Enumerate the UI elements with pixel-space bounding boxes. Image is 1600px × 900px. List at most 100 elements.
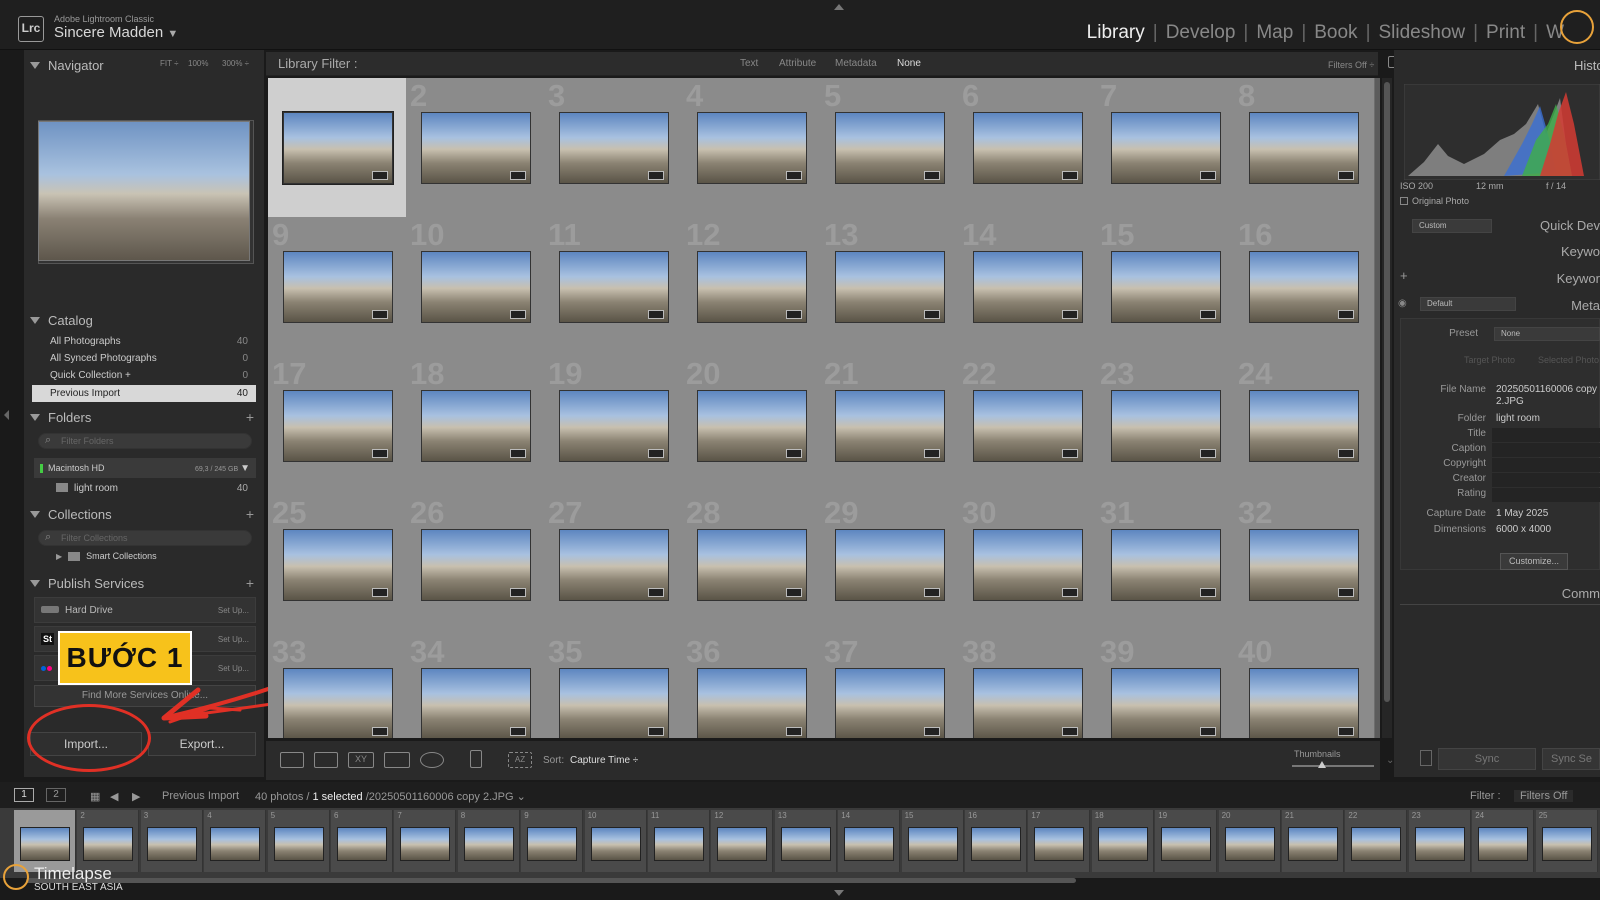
module-book[interactable]: Book	[1306, 22, 1365, 44]
folder-value[interactable]: light room	[1496, 413, 1540, 424]
caption-field[interactable]	[1492, 443, 1600, 457]
filmstrip-cell[interactable]: 4	[204, 810, 267, 872]
photo-thumbnail[interactable]	[835, 251, 945, 323]
edited-badge-icon[interactable]	[372, 449, 388, 458]
grid-cell[interactable]: 7	[1096, 78, 1237, 219]
filmstrip-cell[interactable]: 10	[584, 810, 647, 872]
zoom-300[interactable]: 300% ÷	[222, 59, 249, 68]
filmstrip-cell[interactable]: 15	[901, 810, 964, 872]
title-field[interactable]	[1492, 428, 1600, 442]
edited-badge-icon[interactable]	[648, 171, 664, 180]
grid-cell[interactable]: 30	[958, 495, 1099, 636]
filmstrip-cell[interactable]: 22	[1345, 810, 1408, 872]
edited-badge-icon[interactable]	[510, 310, 526, 319]
photo-thumbnail[interactable]	[835, 390, 945, 462]
filmstrip-filter-dropdown[interactable]: Filters Off	[1514, 790, 1574, 802]
zoom-100[interactable]: 100%	[188, 59, 208, 68]
grid-cell[interactable]: 36	[682, 634, 823, 738]
photo-thumbnail[interactable]	[1249, 251, 1359, 323]
photo-thumbnail[interactable]	[282, 111, 394, 185]
filmstrip-thumbnail[interactable]	[83, 827, 134, 861]
photo-thumbnail[interactable]	[421, 251, 531, 323]
photo-thumbnail[interactable]	[973, 251, 1083, 323]
filmstrip-thumbnail[interactable]	[210, 827, 261, 861]
edited-badge-icon[interactable]	[1200, 310, 1216, 319]
photo-thumbnail[interactable]	[835, 112, 945, 184]
file-name-value[interactable]: 20250501160006 copy 2.JPG	[1496, 384, 1600, 408]
navigator-image[interactable]	[38, 121, 250, 261]
filmstrip-cell[interactable]: 9	[521, 810, 584, 872]
photo-thumbnail[interactable]	[697, 529, 807, 601]
photo-thumbnail[interactable]	[421, 668, 531, 738]
catalog-item-all-photographs[interactable]: All Photographs 40	[32, 333, 256, 350]
forward-arrow-icon[interactable]: ▶	[132, 790, 140, 803]
filmstrip-thumbnail[interactable]	[844, 827, 895, 861]
photo-thumbnail[interactable]	[559, 112, 669, 184]
copyright-field[interactable]	[1492, 458, 1600, 472]
filmstrip-cell[interactable]: 20	[1218, 810, 1281, 872]
filmstrip-scrollbar[interactable]	[26, 878, 1076, 883]
module-slideshow[interactable]: Slideshow	[1371, 22, 1474, 44]
grid-cell[interactable]: 31	[1096, 495, 1237, 636]
folders-header[interactable]: Folders +	[30, 406, 258, 428]
add-keyword-list-icon[interactable]: +	[1400, 268, 1408, 283]
filmstrip-cell[interactable]: 19	[1155, 810, 1218, 872]
compare-view-icon[interactable]: XY	[348, 752, 374, 768]
edited-badge-icon[interactable]	[786, 171, 802, 180]
grid-cell[interactable]: 33	[268, 634, 409, 738]
filmstrip-cell[interactable]: 23	[1408, 810, 1471, 872]
grid-cell[interactable]: 17	[268, 356, 409, 497]
filmstrip-cell[interactable]: 6	[331, 810, 393, 872]
filmstrip-cell[interactable]: 8	[457, 810, 520, 872]
volume-expand-icon[interactable]: ▼	[240, 463, 250, 474]
photo-thumbnail[interactable]	[835, 668, 945, 738]
filmstrip-cell[interactable]: 21	[1282, 810, 1344, 872]
edited-badge-icon[interactable]	[1338, 310, 1354, 319]
filmstrip-thumbnail[interactable]	[1097, 827, 1148, 861]
photo-thumbnail[interactable]	[973, 112, 1083, 184]
edited-badge-icon[interactable]	[1062, 588, 1078, 597]
filter-none-tab[interactable]: None	[897, 58, 921, 69]
filmstrip-thumbnail[interactable]	[1224, 827, 1275, 861]
grid-cell[interactable]: 38	[958, 634, 1099, 738]
add-collection-icon[interactable]: +	[246, 506, 254, 522]
publish-setup-link[interactable]: Set Up...	[218, 635, 249, 644]
filmstrip-thumbnail[interactable]	[146, 827, 197, 861]
sort-dropdown[interactable]: Capture Time ÷	[570, 755, 638, 766]
thumbnail-size-slider[interactable]	[1292, 765, 1374, 767]
filmstrip-cell[interactable]: 16	[965, 810, 1027, 872]
edited-badge-icon[interactable]	[924, 588, 940, 597]
user-name[interactable]: Sincere Madden ▼	[54, 24, 178, 41]
module-print[interactable]: Print	[1478, 22, 1533, 44]
photo-thumbnail[interactable]	[697, 251, 807, 323]
smart-collections-row[interactable]: ▶ Smart Collections	[56, 551, 157, 561]
filmstrip-cell[interactable]: 11	[648, 810, 710, 872]
filmstrip-thumbnail[interactable]	[780, 827, 831, 861]
filmstrip-thumbnail[interactable]	[400, 827, 451, 861]
grid-cell[interactable]: 23	[1096, 356, 1237, 497]
filmstrip-thumbnail[interactable]	[20, 827, 70, 861]
grid-cell[interactable]: 21	[820, 356, 961, 497]
edited-badge-icon[interactable]	[510, 171, 526, 180]
photo-thumbnail[interactable]	[421, 390, 531, 462]
photo-thumbnail[interactable]	[559, 251, 669, 323]
comments-header[interactable]: Comm	[1562, 586, 1600, 601]
filmstrip-cell[interactable]: 5	[267, 810, 330, 872]
edited-badge-icon[interactable]	[1200, 588, 1216, 597]
saved-preset-dropdown[interactable]: Custom	[1412, 219, 1492, 233]
filmstrip-cell[interactable]: 14	[838, 810, 901, 872]
filmstrip-thumbnail[interactable]	[907, 827, 958, 861]
sync-toggle-icon[interactable]	[1420, 750, 1432, 766]
keyword-list-header[interactable]: Keywor	[1557, 271, 1600, 286]
edited-badge-icon[interactable]	[1062, 727, 1078, 736]
filmstrip-thumbnail[interactable]	[1478, 827, 1529, 861]
grid-cell[interactable]: 5	[820, 78, 961, 219]
publish-hard-drive[interactable]: Hard Drive Set Up...	[34, 597, 256, 623]
left-panel-toggle-icon[interactable]	[4, 410, 9, 420]
photo-thumbnail[interactable]	[697, 390, 807, 462]
grid-cell[interactable]: 27	[544, 495, 685, 636]
filmstrip-thumbnail[interactable]	[463, 827, 514, 861]
target-photo-option[interactable]: Target Photo	[1464, 355, 1515, 365]
folder-row-light-room[interactable]: light room 40	[34, 480, 256, 496]
photo-thumbnail[interactable]	[1249, 112, 1359, 184]
